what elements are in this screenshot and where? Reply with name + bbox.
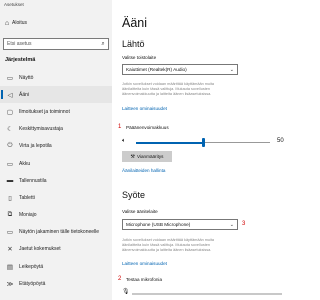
input-description: Jotkin sovellukset voidaan määrittää käy…	[122, 238, 215, 252]
chevron-down-icon: ⌄	[229, 66, 234, 73]
nav-home-label: Aloitus	[12, 20, 28, 26]
annotation-1: 1	[118, 124, 122, 130]
output-device-value: Kaiuttimet (Realtek(R) Audio)	[126, 67, 187, 72]
sidebar-item[interactable]: ▯ Tabletti	[0, 189, 112, 206]
sidebar-item-label: Keskittymisavustaja	[19, 126, 63, 133]
input-heading: Syöte	[122, 190, 146, 200]
content-pane: Ääni Lähtö Valitse toistolaite Kaiuttime…	[112, 0, 292, 300]
search-icon: ⌕	[101, 40, 105, 47]
output-device-label: Valitse toistolaite	[122, 55, 157, 60]
input-device-label: Valitse äänitelaite	[122, 209, 158, 214]
sidebar-item[interactable]: ▤ Leikepöytä	[0, 258, 112, 275]
input-device-value: Microphone (USB Microphone)	[126, 222, 191, 227]
annotation-3: 3	[242, 221, 246, 227]
sidebar-item[interactable]: ▭ Näytön jakaminen tälle tietokoneelle	[0, 224, 112, 241]
sidebar-item-label: Jaetut kokemukset	[19, 246, 61, 253]
sidebar-item-label: Etätyöpöytä	[19, 280, 46, 287]
display-icon: ▭	[6, 74, 14, 82]
search-placeholder: Etsi asetus	[7, 41, 32, 47]
troubleshoot-button[interactable]: ⚒ Vianmääritys	[122, 151, 172, 162]
mic-level-meter	[132, 293, 282, 295]
output-description: Jotkin sovellukset voidaan määrittää käy…	[122, 82, 215, 96]
navigation-pane: Asetukset ⌂ Aloitus Etsi asetus ⌕ Järjes…	[0, 0, 112, 300]
project-icon: ▭	[6, 229, 14, 237]
page-title: Ääni	[122, 16, 148, 30]
remote-desktop-icon: ≫	[6, 280, 14, 288]
sidebar-item-label: Ääni	[19, 91, 30, 98]
sidebar-item[interactable]: ▢ Ilmoitukset ja toiminnot	[0, 103, 112, 120]
active-indicator	[1, 90, 3, 100]
sidebar-item[interactable]: ▬ Tallennustila	[0, 172, 112, 189]
notification-icon: ▢	[6, 108, 14, 116]
nav-section-title: Järjestelmä	[5, 57, 36, 63]
manage-devices-link[interactable]: Äänilaitteiden hallinta	[122, 168, 165, 173]
home-icon: ⌂	[4, 19, 10, 27]
sidebar-item[interactable]: ⧉ Moniajo	[0, 207, 112, 224]
nav-list: ▭ Näyttö ◁ Ääni ▢ Ilmoitukset ja toiminnot ☾ Ke…	[0, 69, 112, 292]
nav-home[interactable]: ⌂ Aloitus	[2, 17, 110, 29]
sidebar-item[interactable]: ⏻ Virta ja lepotila	[0, 138, 112, 155]
sidebar-item-label: Virta ja lepotila	[19, 143, 52, 150]
sidebar-item-label: Tabletti	[19, 194, 35, 201]
annotation-2: 2	[118, 276, 122, 282]
sidebar-item-label: Näytön jakaminen tälle tietokoneelle	[19, 229, 100, 236]
speaker-icon: 🔈︎	[122, 138, 126, 144]
sidebar-item[interactable]: ▭ Akku	[0, 155, 112, 172]
speaker-icon: ◁	[7, 91, 13, 99]
battery-icon: ▭	[6, 160, 14, 168]
sidebar-item[interactable]: ☾ Keskittymisavustaja	[0, 121, 112, 138]
output-device-select[interactable]: Kaiuttimet (Realtek(R) Audio) ⌄	[122, 64, 238, 75]
window-title: Asetukset	[4, 2, 24, 7]
output-properties-link[interactable]: Laitteen ominaisuudet	[122, 106, 167, 111]
sidebar-item-label: Ilmoitukset ja toiminnot	[19, 108, 70, 115]
power-icon: ⏻	[7, 142, 13, 150]
wrench-icon: ⚒	[130, 153, 135, 160]
moon-icon: ☾	[7, 126, 13, 134]
shared-experiences-icon: ✕	[7, 246, 13, 254]
tablet-icon: ▯	[8, 194, 12, 202]
volume-slider-thumb[interactable]	[201, 138, 205, 147]
chevron-down-icon: ⌄	[229, 221, 234, 228]
sidebar-item[interactable]: ≫ Etätyöpöytä	[0, 275, 112, 292]
microphone-icon: 🎙︎	[122, 289, 130, 295]
clipboard-icon: ▤	[6, 263, 14, 271]
sidebar-item-label: Tallennustila	[19, 177, 47, 184]
mic-level-row: 🎙︎	[122, 288, 287, 298]
sidebar-item[interactable]: ▭ Näyttö	[0, 69, 112, 86]
input-device-select[interactable]: Microphone (USB Microphone) ⌄	[122, 219, 238, 230]
troubleshoot-label: Vianmääritys	[137, 154, 164, 159]
sidebar-item-label: Akku	[19, 160, 31, 167]
mic-test-label: Testaa mikrofonia	[126, 277, 163, 282]
volume-row: 🔈︎ 50	[122, 137, 287, 147]
output-heading: Lähtö	[122, 39, 145, 49]
volume-label: Pääänenvoimakkuus	[126, 125, 169, 130]
storage-icon: ▬	[6, 177, 14, 185]
sidebar-item[interactable]: ◁ Ääni	[0, 86, 112, 104]
sidebar-item-label: Leikepöytä	[19, 263, 44, 270]
sidebar-item[interactable]: ✕ Jaetut kokemukset	[0, 241, 112, 258]
multitask-icon: ⧉	[7, 211, 13, 219]
sidebar-item-label: Moniajo	[19, 212, 37, 219]
input-properties-link[interactable]: Laitteen ominaisuudet	[122, 261, 167, 266]
volume-fill	[136, 141, 203, 144]
sidebar-item-label: Näyttö	[19, 74, 34, 81]
search-input[interactable]: Etsi asetus ⌕	[3, 38, 109, 50]
volume-value: 50	[277, 138, 284, 144]
